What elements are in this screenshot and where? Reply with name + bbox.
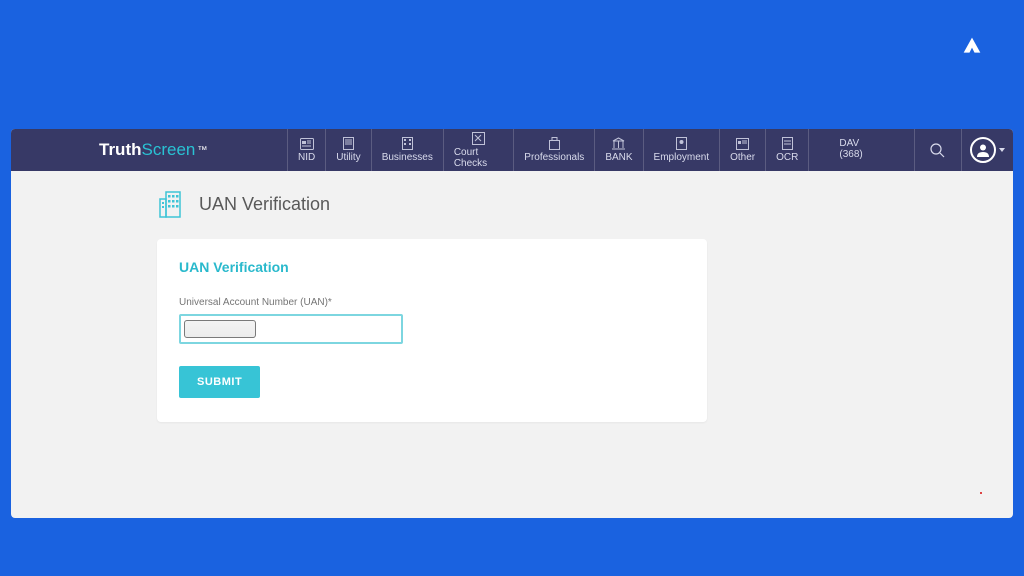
nav-item-utility[interactable]: Utility xyxy=(325,129,370,171)
nav-item-employment[interactable]: Employment xyxy=(643,129,720,171)
nav-item-bank[interactable]: BANK xyxy=(594,129,642,171)
document-icon xyxy=(343,137,354,150)
uan-input-inner[interactable] xyxy=(184,320,256,338)
nav-item-ocr[interactable]: OCR xyxy=(765,129,809,171)
app-container: TruthScreen™ NID Utility Businesses Cour… xyxy=(11,129,1013,518)
brand-tm: ™ xyxy=(197,145,207,156)
uan-input[interactable] xyxy=(179,314,403,344)
id-card-icon xyxy=(300,138,314,150)
brand-logo[interactable]: TruthScreen™ xyxy=(11,140,287,160)
nav-right: DAV (368) xyxy=(809,129,1013,171)
submit-button[interactable]: SUBMIT xyxy=(179,366,260,398)
nav-label: Employment xyxy=(654,152,710,163)
gavel-icon xyxy=(472,132,485,145)
content-area: UAN Verification UAN Verification Univer… xyxy=(11,171,1013,422)
nav-label: Businesses xyxy=(382,152,433,163)
navbar: TruthScreen™ NID Utility Businesses Cour… xyxy=(11,129,1013,171)
other-icon xyxy=(736,138,749,150)
nav-item-businesses[interactable]: Businesses xyxy=(371,129,443,171)
building-icon xyxy=(402,137,413,150)
page-title: UAN Verification xyxy=(199,194,330,215)
briefcase-icon xyxy=(549,137,560,150)
nav-label: NID xyxy=(298,152,315,163)
nav-label: OCR xyxy=(776,152,798,163)
nav-item-other[interactable]: Other xyxy=(719,129,765,171)
nav-label: Court Checks xyxy=(454,147,503,169)
nav-user-label[interactable]: DAV (368) xyxy=(809,129,914,171)
page-header: UAN Verification xyxy=(157,189,1013,219)
nav-label: Professionals xyxy=(524,152,584,163)
user-menu[interactable] xyxy=(961,129,1013,171)
employment-icon xyxy=(676,137,687,150)
uan-field-label: Universal Account Number (UAN)* xyxy=(179,297,685,308)
nav-label: Utility xyxy=(336,152,360,163)
nav-label: Other xyxy=(730,152,755,163)
search-button[interactable] xyxy=(914,129,961,171)
status-dot xyxy=(980,492,982,494)
brand-part2: Screen xyxy=(142,140,196,160)
brand-part1: Truth xyxy=(99,140,142,160)
search-icon xyxy=(930,143,945,158)
building-header-icon xyxy=(157,189,187,219)
avatar-icon xyxy=(970,137,996,163)
chevron-down-icon xyxy=(999,148,1005,152)
nav-item-court-checks[interactable]: Court Checks xyxy=(443,129,513,171)
corner-logo-icon xyxy=(962,36,982,56)
nav-items: NID Utility Businesses Court Checks Prof… xyxy=(287,129,809,171)
form-title: UAN Verification xyxy=(179,259,685,275)
bank-icon xyxy=(612,137,625,150)
ocr-icon xyxy=(782,137,793,150)
nav-label: BANK xyxy=(605,152,632,163)
nav-item-nid[interactable]: NID xyxy=(287,129,325,171)
nav-item-professionals[interactable]: Professionals xyxy=(513,129,594,171)
form-card: UAN Verification Universal Account Numbe… xyxy=(157,239,707,422)
